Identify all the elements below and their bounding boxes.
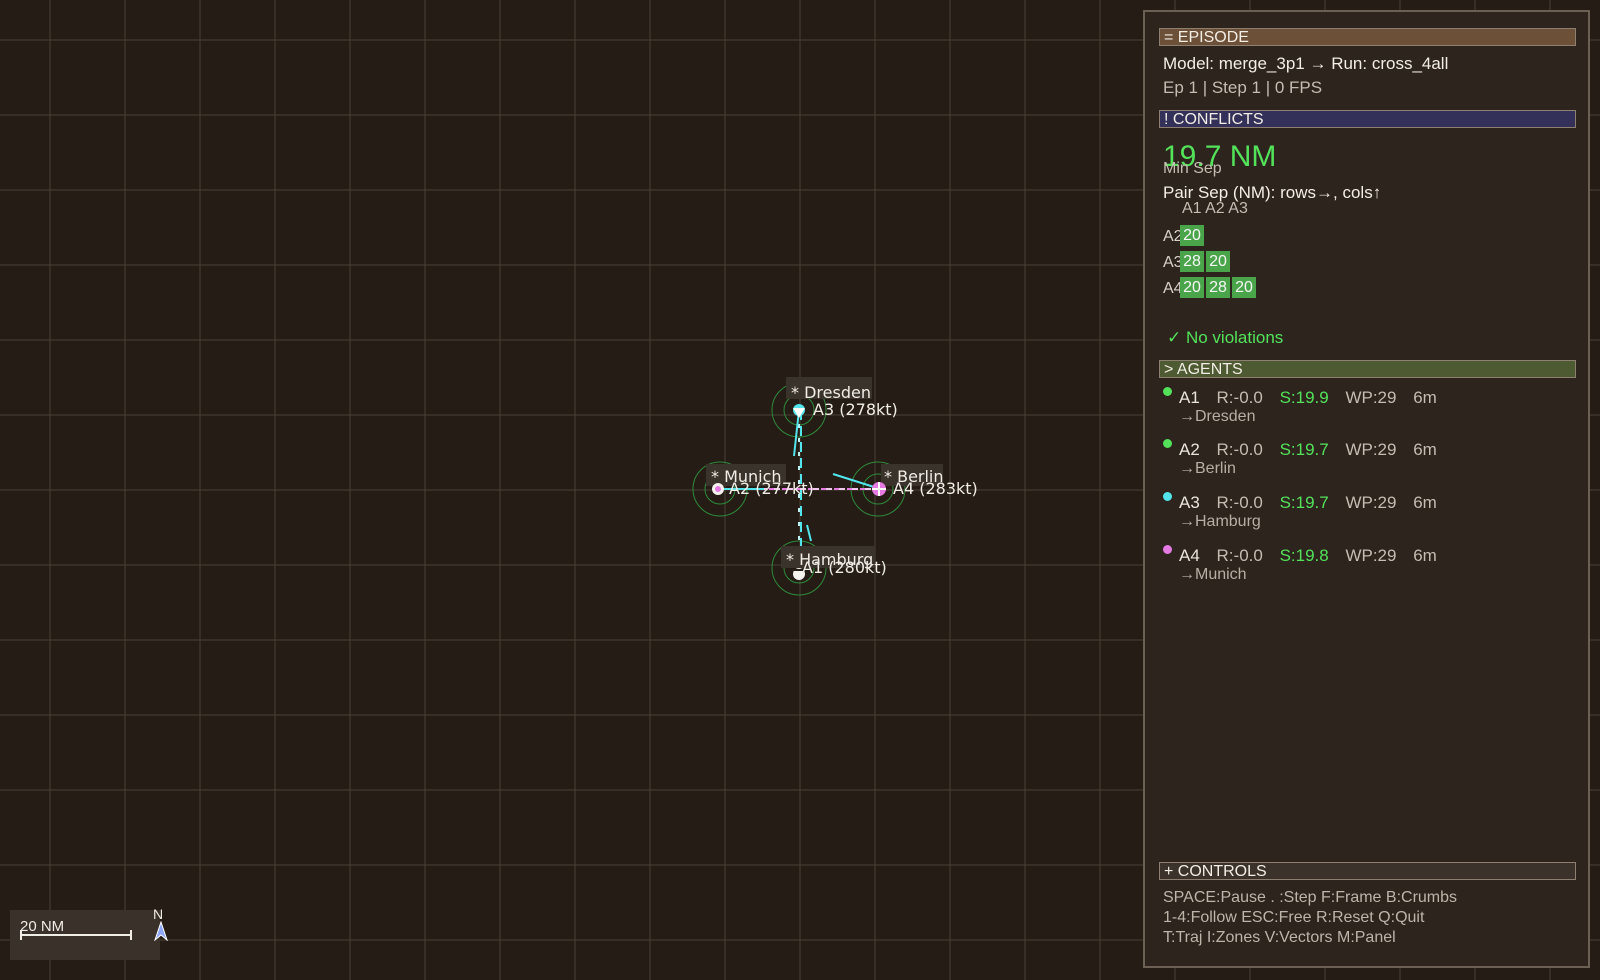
model-run-text: Model: merge_3p1 → Run: cross_4all	[1163, 54, 1449, 73]
matrix-col-headers: A1 A2 A3	[1182, 200, 1248, 217]
agent-id: A3	[1179, 493, 1200, 512]
aircraft-label-a3: A3 (278kt)	[813, 400, 898, 419]
agent-color-dot	[1163, 439, 1172, 448]
controls-line-1: SPACE:Pause . :Step F:Frame B:Crumbs	[1163, 889, 1458, 906]
agent-color-dot	[1163, 545, 1172, 554]
agent-id: A2	[1179, 440, 1200, 459]
agents-header[interactable]: > AGENTS	[1159, 360, 1576, 378]
city-label-berlin: * Berlin	[884, 467, 944, 486]
agent-waypoints: WP:29	[1345, 440, 1397, 459]
agent-destination: →Munich	[1179, 566, 1247, 583]
north-label: N	[153, 906, 164, 922]
agent-time: 6m	[1413, 546, 1437, 565]
sep-cell-a2-a1: 20	[1180, 225, 1204, 246]
agent-separation: S:19.9	[1279, 388, 1329, 407]
sep-cell-a3-a1: 28	[1180, 251, 1204, 272]
city-label-hamburg: * Hamburg	[786, 550, 873, 569]
agent-row-a3[interactable]: A3 R:-0.0 S:19.7 WP:29 6m →Hamburg	[1159, 489, 1576, 539]
city-label-munich: * Munich	[711, 467, 782, 486]
controls-line-2: 1-4:Follow ESC:Free R:Reset Q:Quit	[1163, 909, 1425, 926]
agent-destination: →Berlin	[1179, 460, 1236, 477]
agent-time: 6m	[1413, 493, 1437, 512]
agent-destination: →Dresden	[1179, 408, 1256, 425]
agent-row-a1[interactable]: A1 R:-0.0 S:19.9 WP:29 6m →Dresden	[1159, 384, 1576, 434]
conflicts-header[interactable]: ! CONFLICTS	[1159, 110, 1576, 128]
agent-row-a2[interactable]: A2 R:-0.0 S:19.7 WP:29 6m →Berlin	[1159, 436, 1576, 486]
agent-id: A1	[1179, 388, 1200, 407]
scale-legend: 20 NM	[10, 910, 160, 960]
episode-status: Ep 1 | Step 1 | 0 FPS	[1163, 78, 1323, 97]
sep-cell-a4-a3: 20	[1232, 277, 1256, 298]
agent-time: 6m	[1413, 388, 1437, 407]
scale-label: 20 NM	[20, 918, 65, 935]
agent-id: A4	[1179, 546, 1200, 565]
agent-reward: R:-0.0	[1216, 546, 1263, 565]
agent-color-dot	[1163, 387, 1172, 396]
vector-a1	[806, 524, 812, 542]
aircraft-a3[interactable]	[793, 404, 805, 418]
episode-header[interactable]: = EPISODE	[1159, 28, 1576, 46]
sep-cell-a4-a1: 20	[1180, 277, 1204, 298]
agent-separation: S:19.7	[1279, 493, 1329, 512]
sep-cell-a4-a2: 28	[1206, 277, 1230, 298]
controls-header[interactable]: + CONTROLS	[1159, 862, 1576, 880]
north-arrow-icon	[154, 921, 168, 941]
violations-status: ✓ No violations	[1167, 328, 1284, 347]
vector-a3	[793, 409, 800, 457]
agent-row-a4[interactable]: A4 R:-0.0 S:19.8 WP:29 6m →Munich	[1159, 542, 1576, 592]
agent-waypoints: WP:29	[1345, 388, 1397, 407]
vector-a4	[832, 473, 875, 488]
agent-separation: S:19.7	[1279, 440, 1329, 459]
agent-time: 6m	[1413, 440, 1437, 459]
agent-separation: S:19.8	[1279, 546, 1329, 565]
agent-waypoints: WP:29	[1345, 493, 1397, 512]
controls-line-3: T:Traj I:Zones V:Vectors M:Panel	[1163, 929, 1396, 946]
city-label-dresden: * Dresden	[791, 383, 871, 402]
min-sep-label: Min Sep	[1163, 160, 1222, 177]
agent-waypoints: WP:29	[1345, 546, 1397, 565]
agent-destination: →Hamburg	[1179, 513, 1261, 530]
agent-color-dot	[1163, 492, 1172, 501]
info-panel: = EPISODE Model: merge_3p1 → Run: cross_…	[1143, 10, 1590, 968]
scale-bar	[20, 930, 132, 940]
agent-reward: R:-0.0	[1216, 440, 1263, 459]
sep-cell-a3-a2: 20	[1206, 251, 1230, 272]
agent-reward: R:-0.0	[1216, 388, 1263, 407]
agent-reward: R:-0.0	[1216, 493, 1263, 512]
